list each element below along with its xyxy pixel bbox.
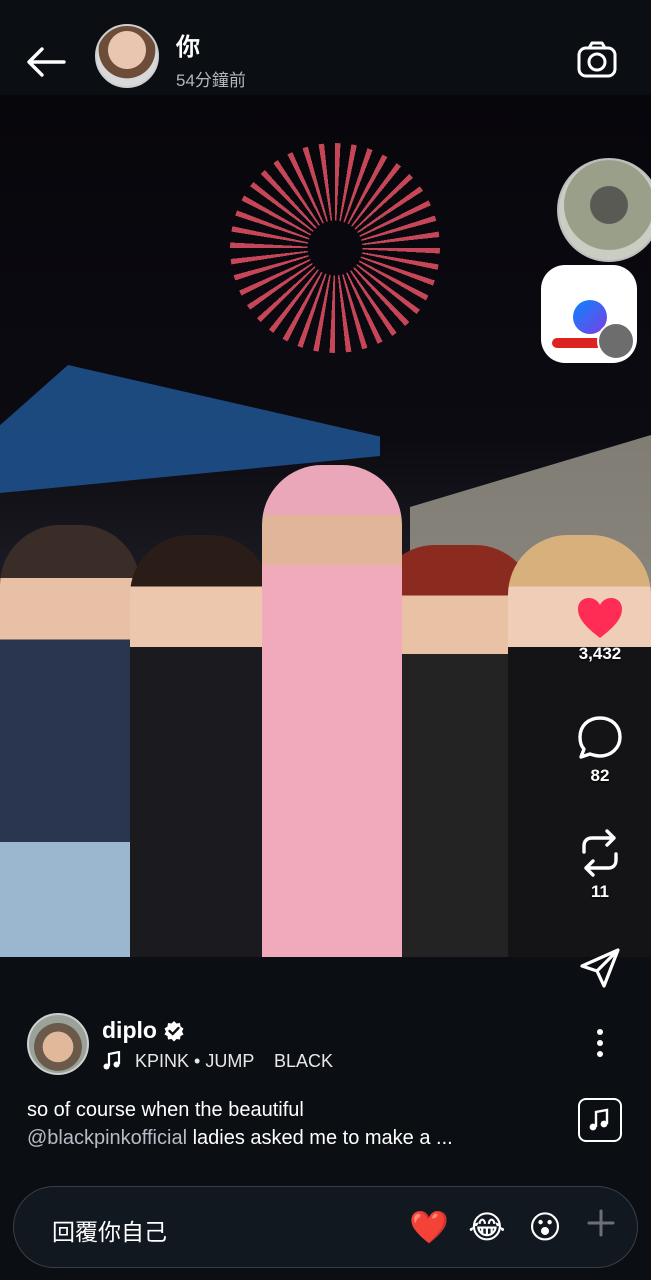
share-action[interactable] bbox=[560, 946, 640, 990]
firework bbox=[230, 143, 440, 353]
caption-rest: ladies asked me to make a ... bbox=[187, 1127, 453, 1149]
author-avatar[interactable] bbox=[27, 1013, 89, 1075]
back-arrow-icon[interactable] bbox=[24, 40, 68, 84]
music-title: KPINK • JUMP BLACK bbox=[135, 1050, 334, 1071]
user-avatar[interactable] bbox=[95, 24, 159, 88]
music-row[interactable]: KPINK • JUMP BLACK bbox=[102, 1050, 333, 1072]
laugh-emoji-button[interactable]: 😂 bbox=[467, 1207, 507, 1247]
comment-count: 82 bbox=[590, 766, 610, 785]
like-count: 3,432 bbox=[578, 644, 622, 663]
like-action[interactable]: 3,432 bbox=[560, 596, 640, 664]
music-sticker-button[interactable] bbox=[578, 1098, 622, 1142]
verified-badge-icon bbox=[164, 1021, 184, 1042]
caption[interactable]: so of course when the beautiful @blackpi… bbox=[27, 1096, 557, 1152]
heart-emoji-button[interactable]: ❤️ bbox=[409, 1207, 449, 1247]
story-thumbnail[interactable] bbox=[557, 158, 651, 262]
camera-icon[interactable] bbox=[576, 40, 618, 80]
surprised-emoji-button[interactable]: 😮 bbox=[525, 1207, 565, 1247]
send-icon[interactable] bbox=[578, 946, 622, 990]
mini-avatar bbox=[597, 322, 635, 360]
caption-text: so of course when the beautiful bbox=[27, 1099, 304, 1121]
timestamp: 54分鐘前 bbox=[176, 71, 246, 90]
person-2 bbox=[130, 535, 270, 957]
author-name[interactable]: diplo bbox=[102, 1017, 157, 1044]
repost-count: 11 bbox=[591, 882, 609, 901]
group-of-people bbox=[0, 465, 651, 957]
repost-action[interactable]: 11 bbox=[560, 828, 640, 902]
username[interactable]: 你 bbox=[176, 27, 200, 62]
caption-mention[interactable]: @blackpinkofficial bbox=[27, 1127, 187, 1149]
story-header: 你 54分鐘前 bbox=[0, 0, 651, 95]
plus-icon[interactable] bbox=[586, 1208, 616, 1238]
person-3 bbox=[262, 465, 402, 957]
person-1 bbox=[0, 525, 140, 957]
repost-icon[interactable] bbox=[578, 828, 622, 878]
music-sticker-icon bbox=[589, 1108, 609, 1131]
reply-bar[interactable]: 回覆你自己 ❤️ 😂 😮 bbox=[13, 1186, 638, 1268]
comment-action[interactable]: 82 bbox=[560, 714, 640, 786]
post-photo[interactable] bbox=[0, 95, 651, 957]
heart-icon[interactable] bbox=[576, 596, 624, 640]
more-options-icon[interactable] bbox=[588, 1028, 612, 1058]
comment-icon[interactable] bbox=[576, 714, 624, 762]
reply-input[interactable]: 回覆你自己 bbox=[52, 1213, 167, 1247]
music-note-icon bbox=[103, 1050, 121, 1070]
skateboard-icon bbox=[552, 338, 602, 348]
